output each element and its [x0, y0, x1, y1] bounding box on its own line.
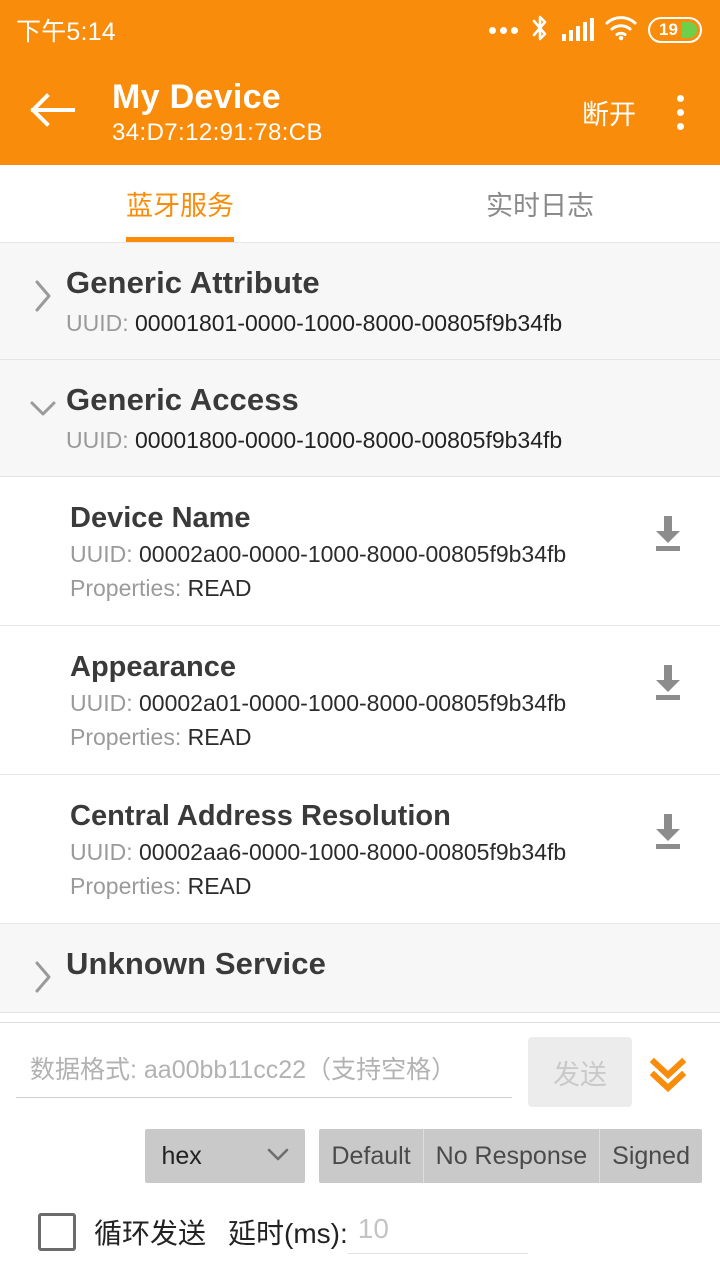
loop-send-checkbox[interactable] — [38, 1212, 76, 1251]
data-input[interactable] — [16, 1046, 512, 1098]
characteristic-name: Appearance — [70, 651, 237, 683]
battery-percent: 19 — [659, 20, 678, 39]
tab-realtime-log[interactable]: 实时日志 — [360, 165, 720, 242]
download-icon[interactable] — [646, 499, 698, 560]
tab-active-indicator — [126, 237, 234, 242]
service-name: Generic Access — [66, 382, 299, 417]
properties-label: Properties: — [70, 724, 182, 750]
uuid-value: 00001801-0000-1000-8000-00805f9b34fb — [135, 310, 563, 336]
characteristic-text: Appearance UUID: 00002a01-0000-1000-8000… — [70, 648, 646, 754]
app-bar: My Device 34:D7:12:91:78:CB 断开 — [0, 60, 720, 165]
loop-send-label: 循环发送 — [94, 1217, 207, 1249]
chevron-down-icon — [20, 380, 66, 420]
chevron-right-icon — [20, 263, 66, 313]
write-mode-default[interactable]: Default — [319, 1129, 424, 1183]
characteristic-uuid: UUID: 00002a00-0000-1000-8000-00805f9b34… — [70, 537, 646, 571]
characteristic-row[interactable]: Device Name UUID: 00002a00-0000-1000-800… — [0, 477, 720, 626]
write-mode-no-response[interactable]: No Response — [423, 1129, 601, 1183]
delay-label: 延时(ms): — [228, 1217, 348, 1249]
chevron-right-icon — [20, 944, 66, 994]
write-options-row: hex Default No Response Signed — [16, 1129, 704, 1183]
tab-label: 蓝牙服务 — [126, 191, 234, 221]
overflow-menu-icon[interactable] — [660, 87, 700, 139]
back-arrow-icon — [29, 92, 75, 133]
delay-input[interactable] — [347, 1209, 528, 1254]
properties-value: READ — [187, 575, 252, 601]
status-bar-icons: 19 — [488, 13, 702, 48]
service-text: Generic Access UUID: 00001800-0000-1000-… — [66, 380, 700, 458]
service-text: Unknown Service — [66, 944, 700, 984]
back-button[interactable] — [26, 87, 78, 139]
characteristic-properties: Properties: READ — [70, 720, 646, 754]
write-panel: 发送 hex Default No Response Signed — [0, 1022, 720, 1280]
uuid-label: UUID: — [70, 541, 133, 567]
uuid-value: 00002a01-0000-1000-8000-00805f9b34fb — [139, 690, 567, 716]
double-chevron-down-icon[interactable] — [632, 1049, 704, 1095]
uuid-value: 00001800-0000-1000-8000-00805f9b34fb — [135, 427, 563, 453]
status-bar-clock: 下午5:14 — [16, 18, 116, 46]
service-text: Generic Attribute UUID: 00001801-0000-10… — [66, 263, 700, 341]
chevron-down-icon — [265, 1142, 291, 1171]
page-title: My Device — [112, 77, 282, 116]
properties-label: Properties: — [70, 575, 182, 601]
send-row: 发送 — [16, 1037, 704, 1107]
uuid-value: 00002aa6-0000-1000-8000-00805f9b34fb — [139, 839, 567, 865]
service-name: Generic Attribute — [66, 265, 320, 300]
download-icon[interactable] — [646, 648, 698, 709]
service-uuid: UUID: 00001801-0000-1000-8000-00805f9b34… — [66, 305, 700, 341]
characteristic-uuid: UUID: 00002aa6-0000-1000-8000-00805f9b34… — [70, 835, 646, 869]
characteristic-properties: Properties: READ — [70, 869, 646, 903]
characteristic-text: Central Address Resolution UUID: 00002aa… — [70, 797, 646, 903]
uuid-label: UUID: — [66, 310, 129, 336]
service-row[interactable]: Generic Attribute UUID: 00001801-0000-10… — [0, 243, 720, 360]
app-root: 下午5:14 19 My Device 34:D7:12:91:78:CB 断开… — [0, 0, 720, 1280]
loop-send-row: 循环发送 延时(ms): — [16, 1209, 704, 1254]
tab-bar: 蓝牙服务 实时日志 — [0, 165, 720, 243]
uuid-label: UUID: — [70, 690, 133, 716]
characteristic-row[interactable]: Appearance UUID: 00002a01-0000-1000-8000… — [0, 626, 720, 775]
cellular-signal-icon — [561, 18, 594, 41]
format-select-value: hex — [161, 1141, 202, 1170]
properties-value: READ — [187, 724, 252, 750]
tab-bluetooth-services[interactable]: 蓝牙服务 — [0, 165, 360, 242]
more-dots-icon — [488, 26, 518, 34]
uuid-label: UUID: — [66, 427, 129, 453]
characteristic-uuid: UUID: 00002a01-0000-1000-8000-00805f9b34… — [70, 686, 646, 720]
write-mode-segmented-control[interactable]: Default No Response Signed — [319, 1129, 702, 1183]
characteristic-text: Device Name UUID: 00002a00-0000-1000-800… — [70, 499, 646, 605]
properties-label: Properties: — [70, 873, 182, 899]
app-bar-titles: My Device 34:D7:12:91:78:CB — [78, 77, 572, 149]
characteristic-name: Central Address Resolution — [70, 800, 451, 832]
wifi-icon — [605, 15, 637, 46]
bluetooth-icon — [529, 13, 551, 48]
uuid-label: UUID: — [70, 839, 133, 865]
status-bar: 下午5:14 19 — [0, 0, 720, 60]
tab-label: 实时日志 — [486, 191, 594, 221]
write-mode-signed[interactable]: Signed — [600, 1129, 702, 1183]
download-icon[interactable] — [646, 797, 698, 858]
disconnect-button[interactable]: 断开 — [572, 85, 646, 140]
device-address: 34:D7:12:91:78:CB — [112, 118, 323, 146]
characteristic-name: Device Name — [70, 502, 251, 534]
battery-icon: 19 — [648, 17, 702, 43]
format-select[interactable]: hex — [145, 1129, 306, 1183]
characteristic-properties: Properties: READ — [70, 571, 646, 605]
send-button[interactable]: 发送 — [528, 1037, 632, 1107]
uuid-value: 00002a00-0000-1000-8000-00805f9b34fb — [139, 541, 567, 567]
characteristic-row[interactable]: Central Address Resolution UUID: 00002aa… — [0, 775, 720, 924]
properties-value: READ — [187, 873, 252, 899]
service-row[interactable]: Generic Access UUID: 00001800-0000-1000-… — [0, 360, 720, 477]
service-row[interactable]: Unknown Service — [0, 924, 720, 1013]
service-name: Unknown Service — [66, 946, 326, 981]
service-uuid: UUID: 00001800-0000-1000-8000-00805f9b34… — [66, 422, 700, 458]
